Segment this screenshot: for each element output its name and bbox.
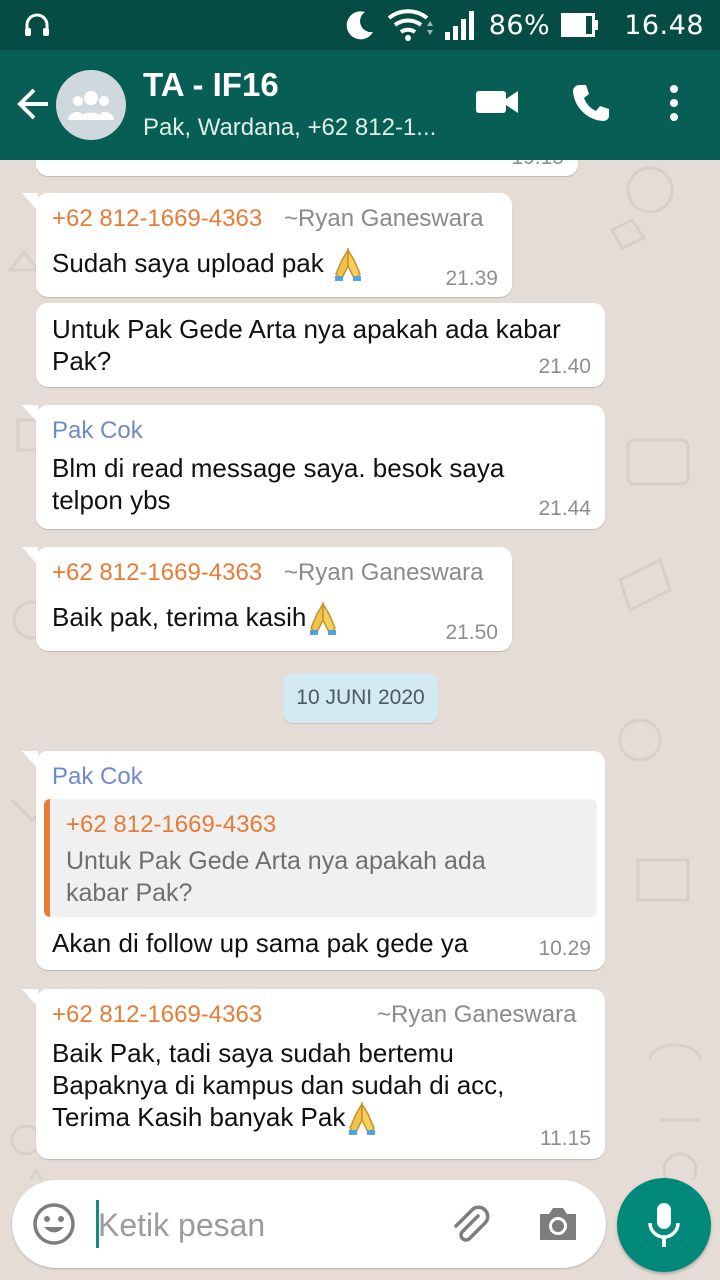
- sender-number[interactable]: +62 812-1669-4363: [52, 205, 262, 233]
- quoted-message[interactable]: +62 812-1669-4363 Untuk Pak Gede Arta ny…: [44, 799, 597, 917]
- message-time: 11.15: [540, 1127, 591, 1150]
- status-bar: 86% 16.48: [0, 0, 720, 50]
- message-bubble[interactable]: Untuk Pak Gede Arta nya apakah ada kabar…: [36, 303, 605, 387]
- praying-hands-emoji-icon: [349, 1102, 376, 1136]
- sender-alias: ~Ryan Ganeswara: [284, 559, 484, 586]
- message-bubble[interactable]: +62 812-1669-4363 ~Ryan Ganeswara Baik p…: [22, 547, 512, 651]
- message-time: 10.29: [538, 937, 591, 960]
- message-text: Akan di follow up sama pak gede ya: [52, 928, 469, 958]
- more-options-icon[interactable]: [664, 82, 684, 126]
- message-bubble[interactable]: Pak Cok Blm di read message saya. besok …: [22, 405, 605, 529]
- wifi-icon: [387, 9, 433, 41]
- battery-percent: 86%: [488, 9, 551, 41]
- message-text: Baik Pak, tadi saya sudah bertemu Bapakn…: [52, 1037, 504, 1136]
- group-avatar[interactable]: [56, 70, 126, 140]
- message-time: 21.39: [445, 267, 498, 290]
- sender-name[interactable]: Pak Cok: [52, 417, 143, 445]
- attach-icon[interactable]: [448, 1204, 492, 1248]
- chat-title[interactable]: TA - IF16: [143, 66, 279, 104]
- message-text: Baik pak, terima kasih: [52, 601, 340, 636]
- message-bubble[interactable]: 19.15: [36, 160, 578, 176]
- video-call-icon[interactable]: [474, 84, 520, 120]
- sender-alias: ~Ryan Ganeswara: [284, 205, 484, 232]
- moon-icon: [346, 11, 373, 40]
- clock: 16.48: [624, 9, 704, 41]
- sender-number[interactable]: +62 812-1669-4363: [52, 1001, 262, 1029]
- microphone-icon: [648, 1203, 680, 1247]
- message-text: Untuk Pak Gede Arta nya apakah ada kabar…: [52, 314, 561, 376]
- sender-number[interactable]: +62 812-1669-4363: [52, 559, 262, 587]
- group-icon: [68, 91, 114, 120]
- praying-hands-emoji-icon: [335, 248, 362, 282]
- emoji-icon[interactable]: [32, 1202, 76, 1246]
- battery-icon: [561, 13, 599, 37]
- message-bubble[interactable]: Pak Cok +62 812-1669-4363 Untuk Pak Gede…: [22, 751, 605, 970]
- voice-record-button[interactable]: [617, 1178, 711, 1272]
- message-input[interactable]: [96, 1198, 430, 1252]
- phone-icon[interactable]: [570, 82, 612, 124]
- message-bubble[interactable]: +62 812-1669-4363 ~Ryan Ganeswara Sudah …: [22, 193, 512, 297]
- message-time: 21.40: [538, 355, 591, 378]
- back-arrow-icon[interactable]: [14, 86, 50, 122]
- chat-header: TA - IF16 Pak, Wardana, +62 812-1...: [0, 50, 720, 160]
- quote-sender: +62 812-1669-4363: [66, 811, 277, 838]
- message-bubble[interactable]: +62 812-1669-4363 ~Ryan Ganeswara Baik P…: [22, 989, 605, 1159]
- signal-icon: [444, 11, 474, 40]
- message-time: 21.44: [538, 497, 591, 520]
- message-time: 21.50: [445, 621, 498, 644]
- date-divider: 10 JUNI 2020: [283, 673, 438, 723]
- praying-hands-emoji-icon: [310, 602, 337, 636]
- quote-text: Untuk Pak Gede Arta nya apakah ada kabar…: [66, 847, 486, 907]
- camera-icon[interactable]: [536, 1204, 580, 1244]
- message-composer: [12, 1180, 606, 1268]
- message-text: Sudah saya upload pak: [52, 247, 365, 282]
- headset-icon: [25, 13, 49, 36]
- sender-alias: ~Ryan Ganeswara: [377, 1001, 577, 1028]
- message-text: Blm di read message saya. besok saya tel…: [52, 453, 505, 515]
- message-time: 19.15: [511, 160, 564, 170]
- chat-subtitle[interactable]: Pak, Wardana, +62 812-1...: [143, 114, 453, 142]
- chat-area[interactable]: 19.15 +62 812-1669-4363 ~Ryan Ganeswara …: [0, 160, 720, 1180]
- sender-name[interactable]: Pak Cok: [52, 763, 143, 791]
